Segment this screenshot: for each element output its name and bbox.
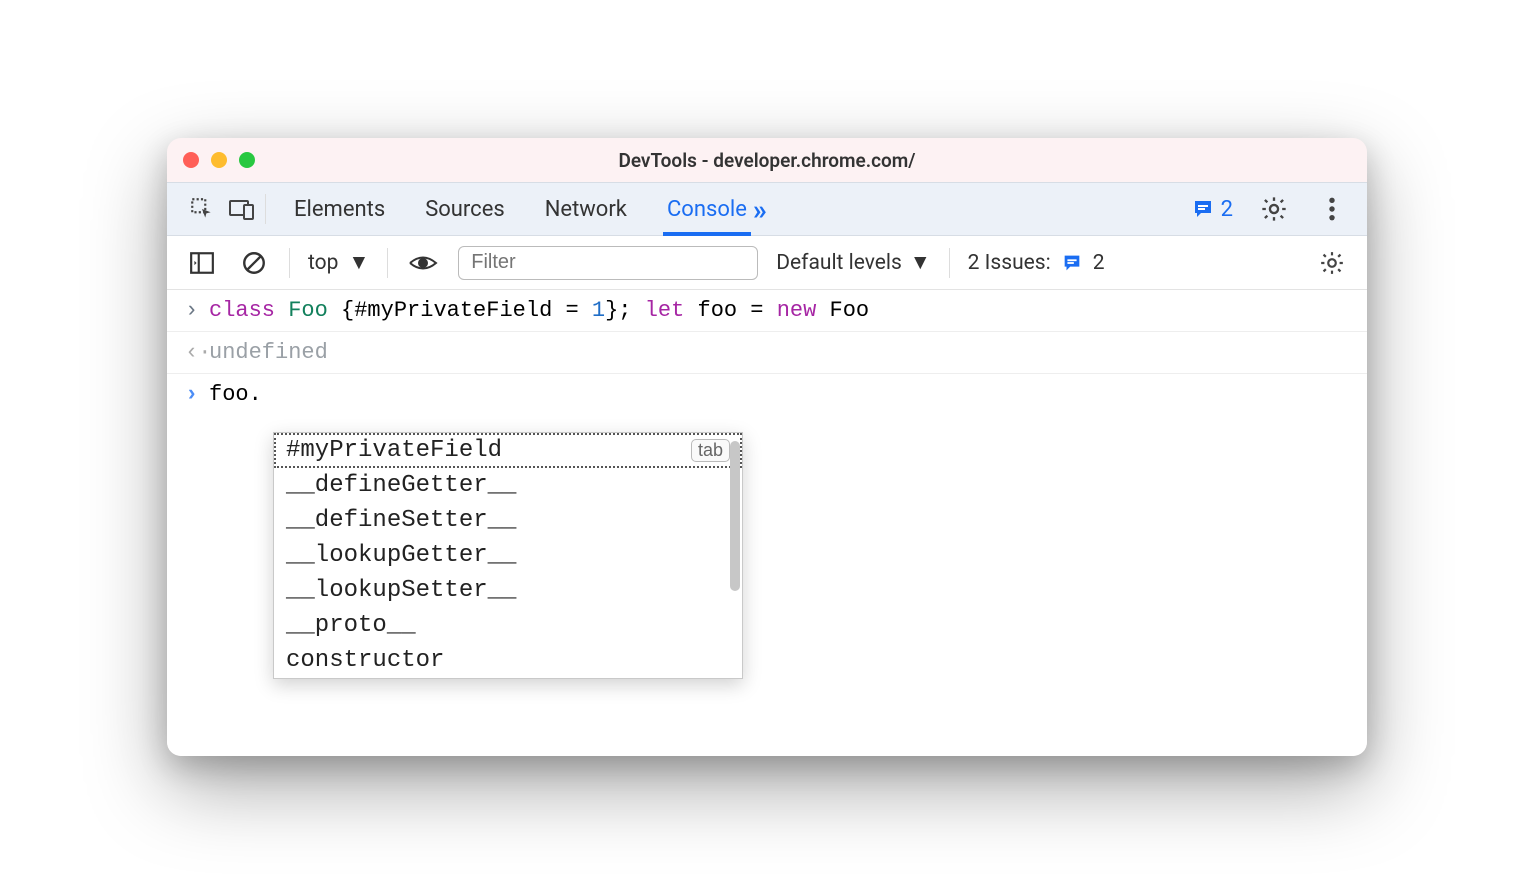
inspect-element-icon[interactable] <box>185 192 219 226</box>
autocomplete-item[interactable]: __defineGetter__ <box>274 468 742 503</box>
device-toolbar-icon[interactable] <box>225 192 259 226</box>
autocomplete-item-label: __defineSetter__ <box>286 507 516 534</box>
messages-badge[interactable]: 2 <box>1191 197 1233 222</box>
console-line: ›class Foo {#myPrivateField = 1}; let fo… <box>167 290 1367 332</box>
console-line: ‹·undefined <box>167 332 1367 374</box>
console-output: ›class Foo {#myPrivateField = 1}; let fo… <box>167 290 1367 756</box>
settings-gear-icon[interactable] <box>1257 192 1291 226</box>
live-expression-eye-icon[interactable] <box>406 246 440 280</box>
chevron-down-icon: ▼ <box>348 251 369 275</box>
tab-hint-badge: tab <box>691 439 730 462</box>
autocomplete-item-label: __lookupSetter__ <box>286 577 516 604</box>
clear-console-icon[interactable] <box>237 246 271 280</box>
tab-elements[interactable]: Elements <box>294 185 385 234</box>
console-toolbar: top ▼ Default levels ▼ 2 Issues: 2 <box>167 236 1367 290</box>
more-tabs-button[interactable]: » <box>753 193 767 226</box>
messages-count: 2 <box>1221 197 1233 222</box>
output-prompt-icon: ‹· <box>185 340 209 365</box>
autocomplete-item[interactable]: __lookupGetter__ <box>274 538 742 573</box>
console-line-content[interactable]: foo. <box>209 382 262 407</box>
titlebar: DevTools - developer.chrome.com/ <box>167 138 1367 182</box>
more-options-icon[interactable] <box>1315 192 1349 226</box>
console-line-content: undefined <box>209 340 328 365</box>
execution-context-selector[interactable]: top ▼ <box>308 251 369 275</box>
tab-console[interactable]: Console <box>667 185 747 234</box>
autocomplete-item[interactable]: __lookupSetter__ <box>274 573 742 608</box>
autocomplete-item-label: #myPrivateField <box>286 437 502 464</box>
toggle-sidebar-icon[interactable] <box>185 246 219 280</box>
issues-label: 2 Issues: <box>968 251 1051 275</box>
console-line: ›foo. <box>167 374 1367 415</box>
autocomplete-item-label: constructor <box>286 647 444 674</box>
filter-input[interactable] <box>458 246 758 280</box>
input-prompt-icon: › <box>185 382 209 407</box>
log-levels-selector[interactable]: Default levels ▼ <box>776 251 930 275</box>
chevron-down-icon: ▼ <box>910 251 931 275</box>
toolbar-divider <box>265 194 266 224</box>
window-title: DevTools - developer.chrome.com/ <box>167 149 1367 172</box>
autocomplete-item[interactable]: __proto__ <box>274 608 742 643</box>
issues-icon <box>1061 252 1083 274</box>
autocomplete-item[interactable]: #myPrivateField tab <box>274 433 742 468</box>
autocomplete-scrollbar[interactable] <box>730 441 740 591</box>
issues-count: 2 <box>1093 251 1105 275</box>
autocomplete-item-label: __lookupGetter__ <box>286 542 516 569</box>
autocomplete-item-label: __proto__ <box>286 612 416 639</box>
panel-tabs: Elements Sources Network Console <box>294 185 747 234</box>
console-line-content: class Foo {#myPrivateField = 1}; let foo… <box>209 298 869 323</box>
issues-summary[interactable]: 2 Issues: 2 <box>968 251 1105 275</box>
autocomplete-item[interactable]: __defineSetter__ <box>274 503 742 538</box>
input-prompt-icon: › <box>185 298 209 323</box>
autocomplete-item-label: __defineGetter__ <box>286 472 516 499</box>
scope-label: top <box>308 251 338 275</box>
levels-label: Default levels <box>776 251 902 275</box>
autocomplete-item[interactable]: constructor <box>274 643 742 678</box>
toolbar-divider <box>949 248 950 278</box>
toolbar-divider <box>289 248 290 278</box>
autocomplete-popup: #myPrivateField tab __defineGetter__ __defi… <box>273 432 743 679</box>
devtools-window: DevTools - developer.chrome.com/ Element… <box>167 138 1367 756</box>
toolbar-divider <box>387 248 388 278</box>
tab-sources[interactable]: Sources <box>425 185 505 234</box>
tab-network[interactable]: Network <box>545 185 627 234</box>
console-settings-gear-icon[interactable] <box>1315 246 1349 280</box>
main-toolbar: Elements Sources Network Console » 2 <box>167 182 1367 236</box>
